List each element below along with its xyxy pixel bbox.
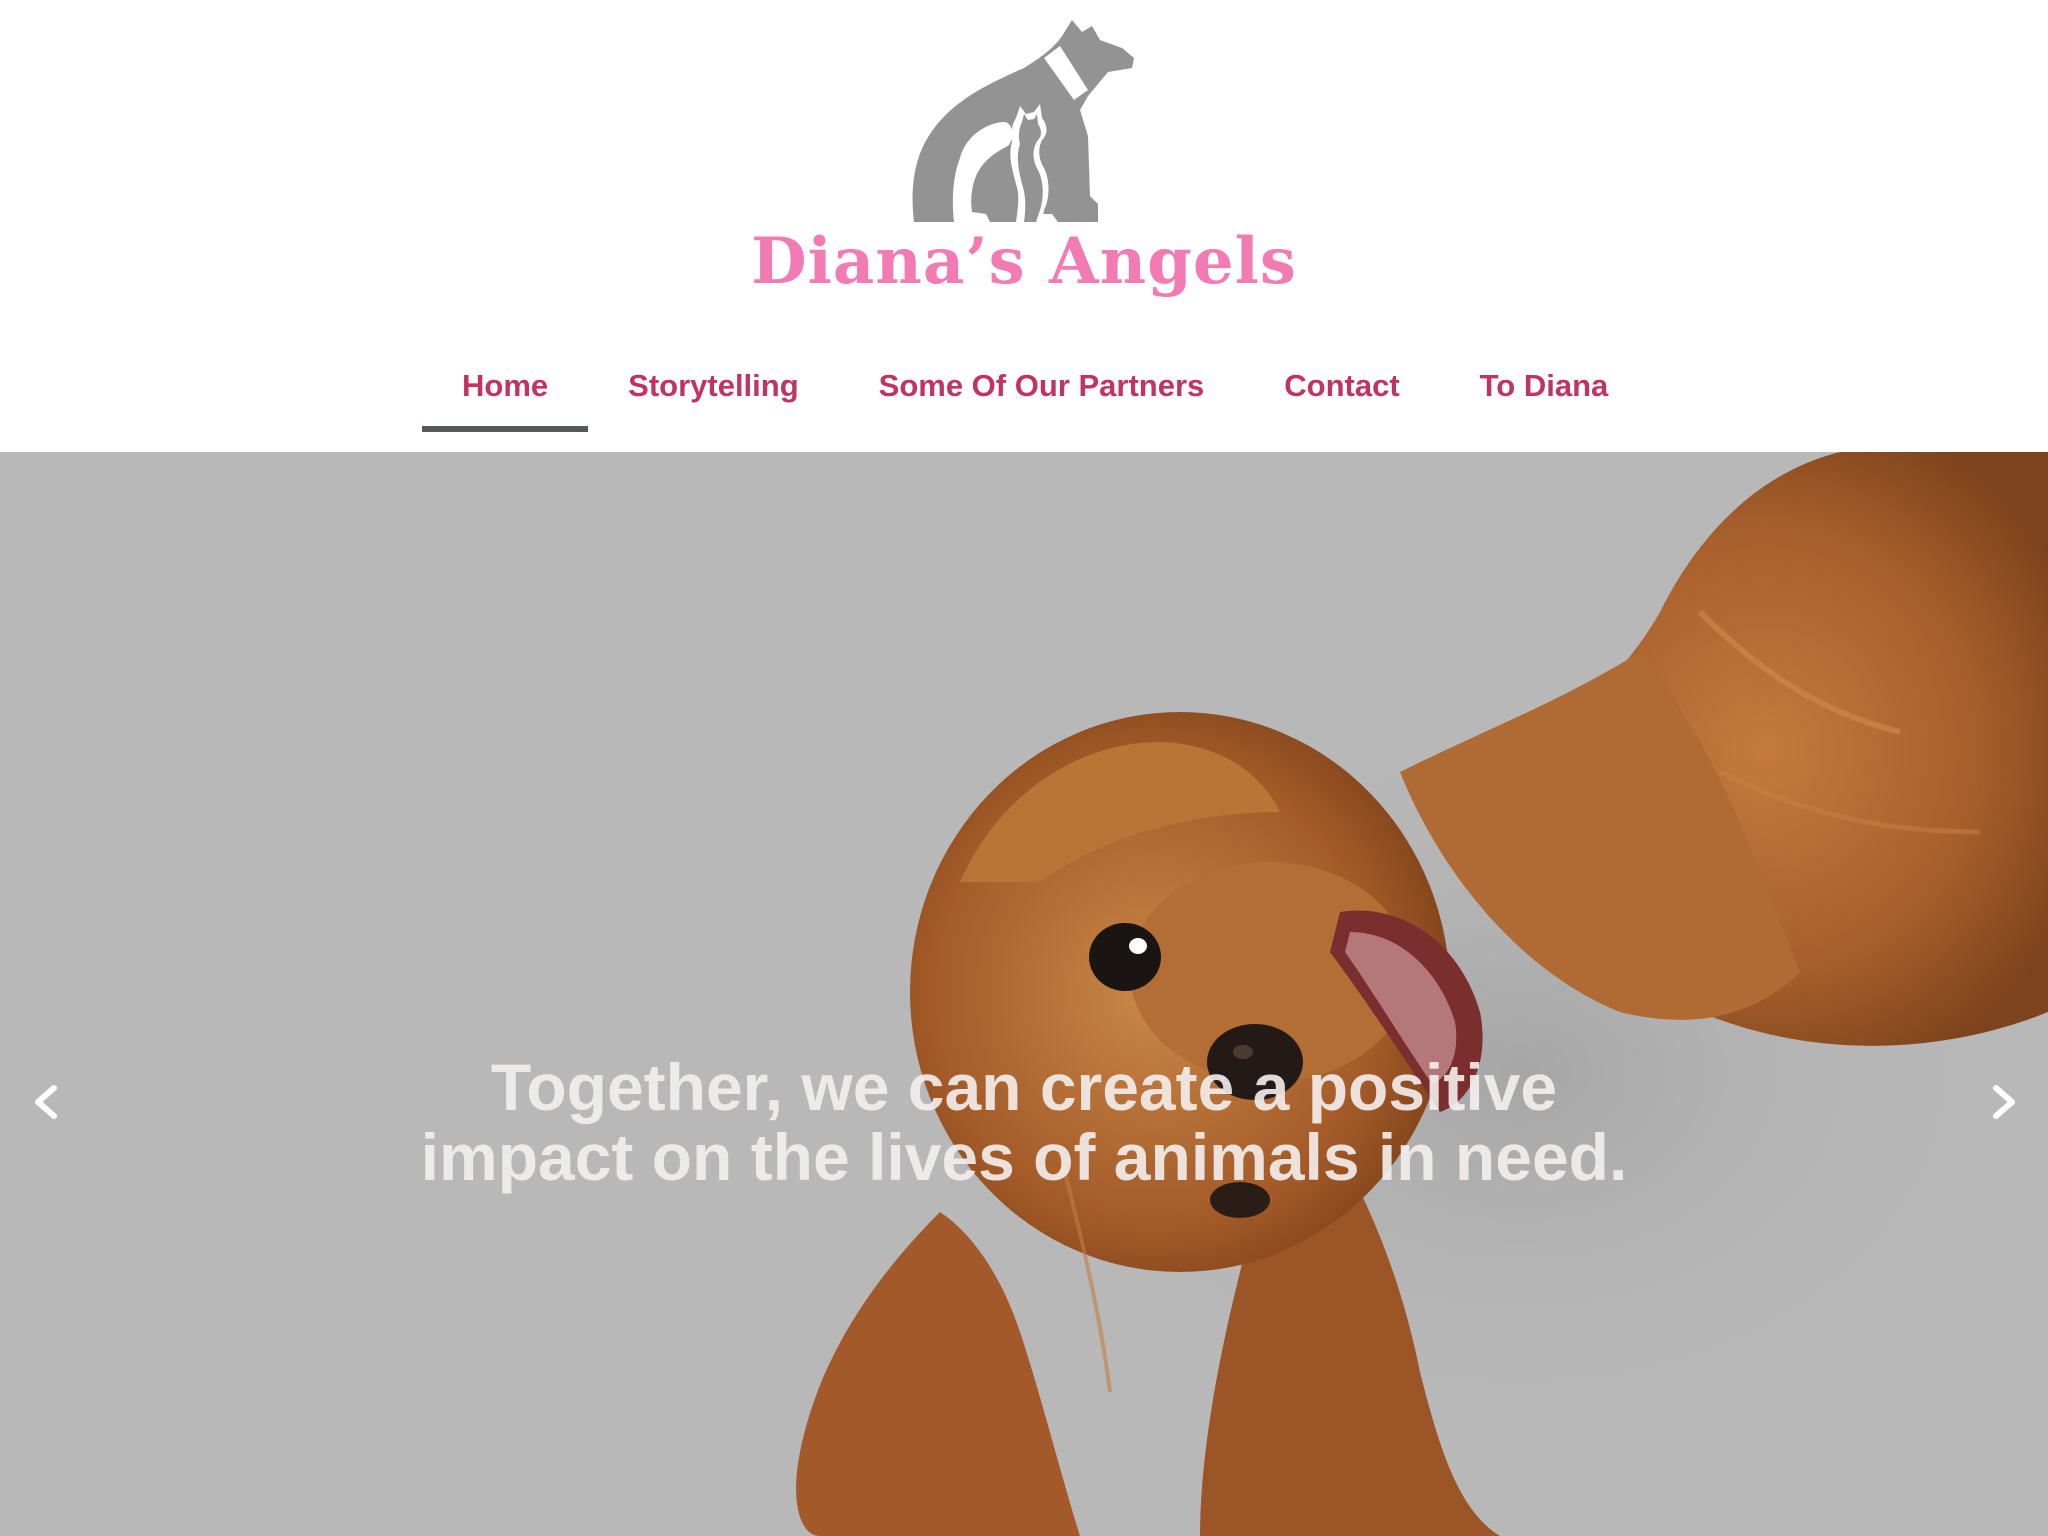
chevron-left-icon: [35, 1085, 57, 1119]
nav-item-partners[interactable]: Some Of Our Partners: [839, 350, 1245, 432]
site-header: Diana’s Angels Home Storytelling Some Of…: [0, 0, 2048, 452]
main-nav: Home Storytelling Some Of Our Partners C…: [422, 350, 1648, 432]
hero-headline: Together, we can create a positive impac…: [0, 1052, 2048, 1192]
slider-next-button[interactable]: [1974, 1072, 2034, 1132]
hero-headline-line-2: impact on the lives of animals in need.: [420, 1120, 1628, 1194]
logo[interactable]: Diana’s Angels: [0, 0, 2048, 310]
nav-item-to-diana[interactable]: To Diana: [1440, 350, 1649, 432]
nav-item-home[interactable]: Home: [422, 350, 589, 432]
nav-item-storytelling[interactable]: Storytelling: [588, 350, 839, 432]
puppy-upside-down-photo: [0, 452, 2048, 1536]
nav-item-contact[interactable]: Contact: [1244, 350, 1439, 432]
hero-headline-line-1: Together, we can create a positive: [490, 1050, 1558, 1124]
hero-slider: Together, we can create a positive impac…: [0, 452, 2048, 1536]
chevron-right-icon: [1993, 1085, 2015, 1119]
dog-and-cat-silhouette-icon: [912, 20, 1134, 222]
slider-prev-button[interactable]: [16, 1072, 76, 1132]
brand-name: Diana’s Angels: [751, 224, 1297, 299]
